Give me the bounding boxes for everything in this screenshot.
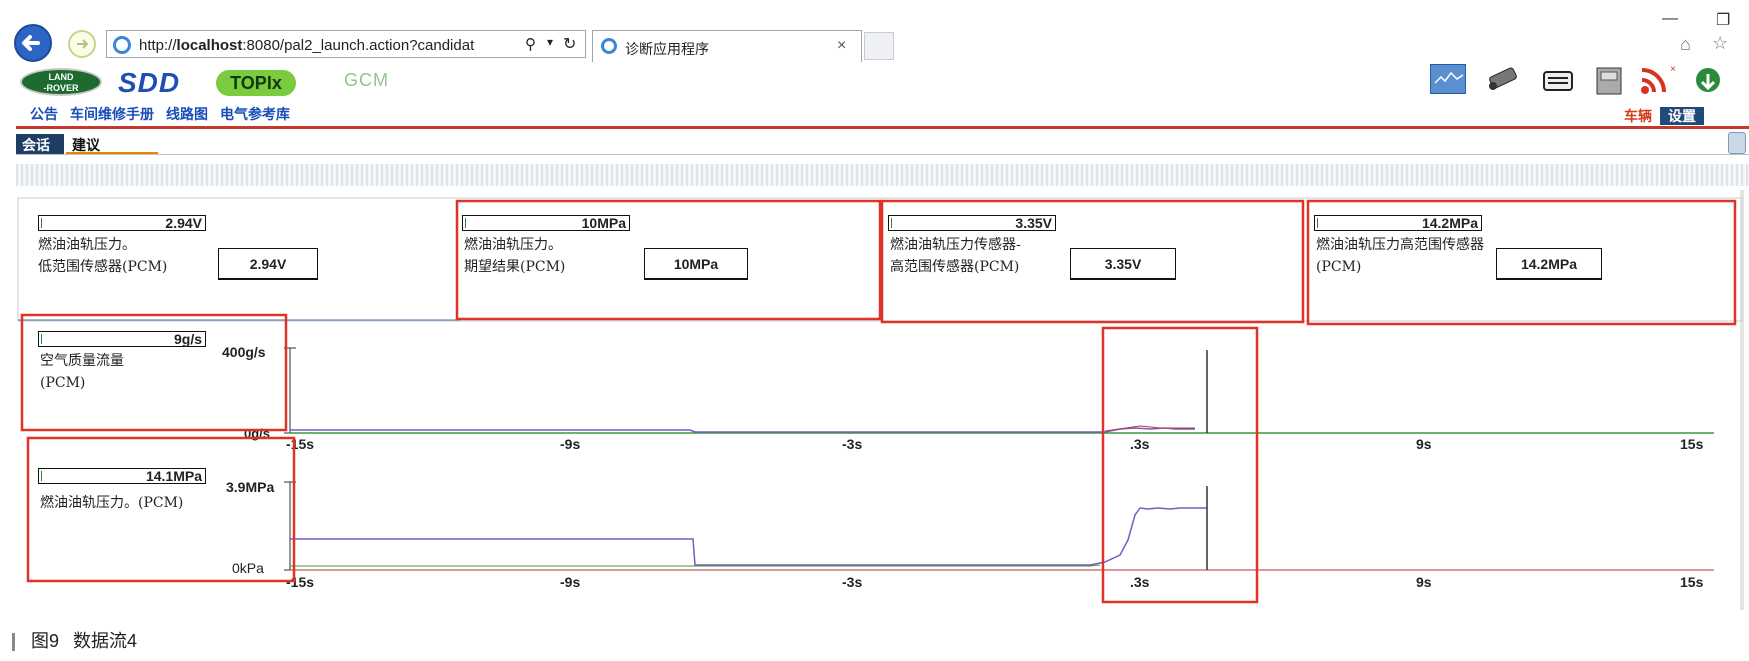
figure-title: 数据流4 <box>73 631 138 651</box>
graph2-trace <box>290 507 1207 566</box>
chart-canvas <box>17 197 1743 604</box>
highlight-box <box>455 199 882 321</box>
figure-number: 图9 <box>31 631 60 651</box>
graph1-trace <box>290 427 1195 433</box>
caption-bar <box>12 633 15 652</box>
highlight-box <box>880 199 1305 324</box>
highlight-box <box>26 436 296 583</box>
highlight-box <box>1101 326 1259 604</box>
highlight-box <box>20 313 288 432</box>
figure-caption: 图9 数据流4 <box>12 627 137 653</box>
highlight-box <box>1306 199 1737 326</box>
